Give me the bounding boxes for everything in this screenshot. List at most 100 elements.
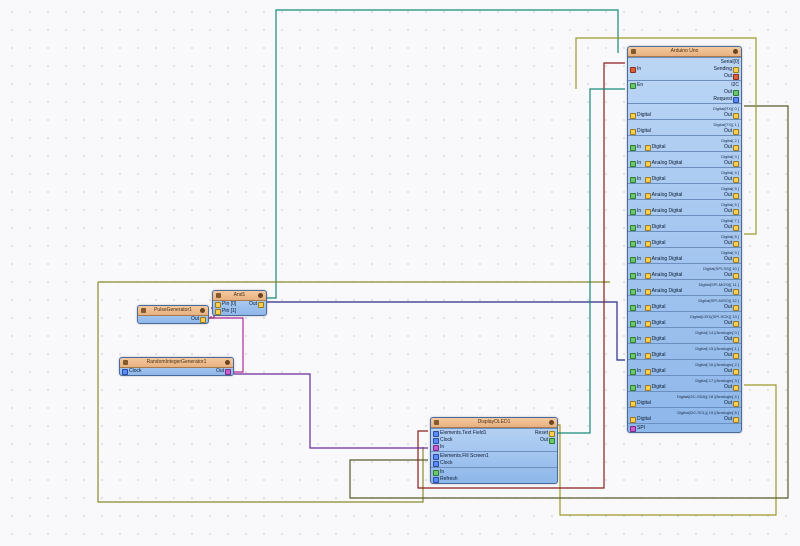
node-arduino-uno[interactable]: Arduino Uno Serial[0] In Sending Out En … [627, 46, 742, 433]
digital-name: Digital[ 4 ] [721, 169, 739, 176]
pin-in[interactable] [630, 273, 636, 279]
pin-in[interactable] [630, 193, 636, 199]
pin-out[interactable] [733, 209, 739, 215]
pin-in[interactable] [630, 177, 636, 183]
pin-digital[interactable] [630, 401, 636, 407]
pin-out[interactable] [733, 289, 739, 295]
pin-digital[interactable] [645, 193, 651, 199]
pin-digital[interactable] [645, 225, 651, 231]
pin-out2[interactable] [733, 90, 739, 96]
pin-out[interactable] [733, 417, 739, 423]
pin-fill-in[interactable] [433, 454, 439, 460]
pin-digital[interactable] [645, 161, 651, 167]
pin-out[interactable] [733, 305, 739, 311]
pin-out[interactable] [258, 302, 264, 308]
pin-out[interactable] [733, 145, 739, 151]
pin-in[interactable] [630, 289, 636, 295]
pin-in[interactable] [630, 145, 636, 151]
pin-in[interactable] [630, 241, 636, 247]
pin-out[interactable] [733, 321, 739, 327]
pin-out[interactable] [733, 113, 739, 119]
pin-digital[interactable] [645, 177, 651, 183]
pin-in[interactable] [630, 305, 636, 311]
pin-out[interactable] [733, 225, 739, 231]
pin-out[interactable] [733, 353, 739, 359]
pin-digital[interactable] [645, 209, 651, 215]
pin-out[interactable] [733, 193, 739, 199]
clock-label: Clock [440, 437, 453, 444]
pin-reset[interactable] [549, 431, 555, 437]
pin-in[interactable] [630, 161, 636, 167]
pin-digital[interactable] [645, 145, 651, 151]
pin-in[interactable] [630, 321, 636, 327]
pin-in[interactable] [630, 67, 636, 73]
pin-out[interactable] [733, 241, 739, 247]
wrench-icon[interactable] [549, 420, 554, 425]
pin-digital[interactable] [645, 369, 651, 375]
pin-digital[interactable] [645, 273, 651, 279]
pin-out[interactable] [549, 438, 555, 444]
pin-out[interactable] [733, 401, 739, 407]
pin-clock[interactable] [433, 438, 439, 444]
pin-label: Pin [1] [222, 308, 236, 315]
digital-name: Digital(SPI-MOSI)[ 11 ] [699, 281, 739, 288]
pin-out[interactable] [733, 161, 739, 167]
in-label: In [637, 160, 641, 167]
pin-out[interactable] [225, 369, 231, 375]
pin-main-in[interactable] [433, 470, 439, 476]
pin-clock2[interactable] [433, 461, 439, 467]
pin-out[interactable] [733, 385, 739, 391]
pin-digital[interactable] [645, 241, 651, 247]
pin-out[interactable] [733, 273, 739, 279]
pin-in[interactable] [630, 385, 636, 391]
node-icon [631, 49, 636, 54]
pin-out[interactable] [733, 74, 739, 80]
pin-out[interactable] [200, 317, 206, 323]
pin-digital[interactable] [645, 321, 651, 327]
pin-digital[interactable] [645, 353, 651, 359]
pin-in[interactable] [630, 257, 636, 263]
pin-en[interactable] [630, 83, 636, 89]
node-pulse-generator[interactable]: PulseGenerator1 Out [137, 305, 209, 324]
wrench-icon[interactable] [200, 308, 205, 313]
pin-digital[interactable] [630, 417, 636, 423]
clock-label: Clock [440, 460, 453, 467]
i2c-label: I2C [731, 82, 739, 89]
pin-out[interactable] [733, 177, 739, 183]
pin-in[interactable] [630, 369, 636, 375]
pin-out[interactable] [733, 129, 739, 135]
out2-label: Out [724, 89, 732, 96]
pin-digital[interactable] [630, 129, 636, 135]
pin-out[interactable] [733, 337, 739, 343]
pin-in[interactable] [630, 225, 636, 231]
pin-in[interactable] [433, 431, 439, 437]
digital-label: Digital [637, 112, 651, 119]
out-label: Out [724, 384, 732, 391]
pin-out[interactable] [733, 369, 739, 375]
pin-digital[interactable] [630, 113, 636, 119]
pin-in1[interactable] [215, 309, 221, 315]
pin-digital[interactable] [645, 305, 651, 311]
node-random-integer[interactable]: RandomIntegerGenerator1 Clock Out [119, 357, 234, 376]
pin-in[interactable] [630, 353, 636, 359]
pin-digital[interactable] [645, 289, 651, 295]
pin-in[interactable] [630, 337, 636, 343]
pin-spi[interactable] [630, 426, 636, 432]
wrench-icon[interactable] [225, 360, 230, 365]
wrench-icon[interactable] [258, 293, 263, 298]
pin-in0[interactable] [215, 302, 221, 308]
pin-in2[interactable] [433, 445, 439, 451]
wrench-icon[interactable] [733, 49, 738, 54]
pin-digital[interactable] [645, 257, 651, 263]
pin-sending[interactable] [733, 67, 739, 73]
pin-clock[interactable] [122, 369, 128, 375]
node-display-oled[interactable]: DisplayOLED1 Elements.Text Field1 Reset … [430, 417, 558, 484]
node-and[interactable]: And1 Pin [0] Out Pin [1] [212, 290, 267, 316]
pin-request[interactable] [733, 97, 739, 103]
pin-refresh[interactable] [433, 477, 439, 483]
pin-in[interactable] [630, 209, 636, 215]
pin-digital[interactable] [645, 385, 651, 391]
pin-out[interactable] [733, 257, 739, 263]
pin-digital[interactable] [645, 337, 651, 343]
digital-name: Digital[ 6 ] [721, 201, 739, 208]
